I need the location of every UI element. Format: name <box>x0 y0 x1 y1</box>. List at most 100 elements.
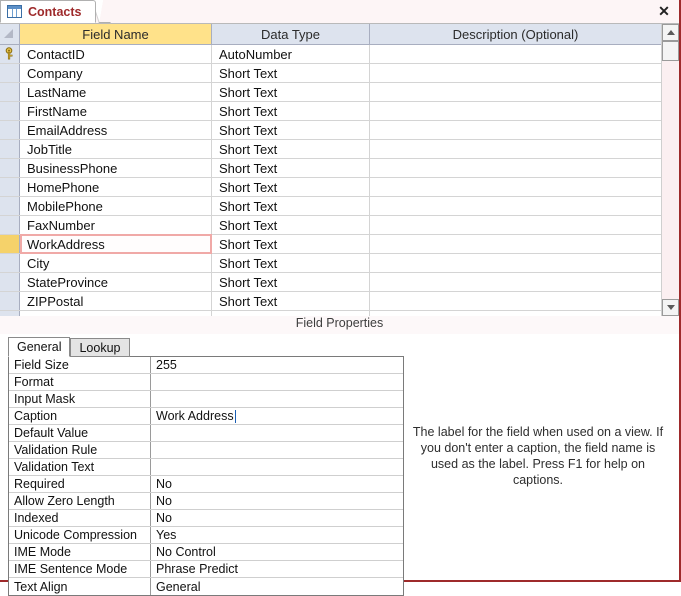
table-row[interactable]: ZIPPostal Short Text <box>0 292 661 311</box>
scrollbar-thumb[interactable] <box>662 41 679 61</box>
column-header-field-name[interactable]: Field Name <box>20 24 212 44</box>
property-row: IME Sentence Mode Phrase Predict <box>9 561 403 578</box>
table-row[interactable]: BusinessPhone Short Text <box>0 159 661 178</box>
row-selector[interactable] <box>0 254 20 272</box>
property-value-input[interactable]: General <box>151 578 403 595</box>
row-selector[interactable] <box>0 102 20 120</box>
data-type-cell[interactable]: Short Text <box>212 197 370 215</box>
row-selector[interactable] <box>0 216 20 234</box>
row-selector[interactable] <box>0 235 20 253</box>
field-name-cell[interactable]: FaxNumber <box>20 216 212 234</box>
data-type-cell[interactable]: Short Text <box>212 121 370 139</box>
property-value-input[interactable] <box>151 442 403 458</box>
row-selector[interactable] <box>0 273 20 291</box>
table-row[interactable]: ContactID AutoNumber <box>0 45 661 64</box>
description-cell[interactable] <box>370 273 661 291</box>
document-tab-contacts[interactable]: Contacts <box>0 0 97 23</box>
scroll-down-icon[interactable] <box>662 299 679 316</box>
data-type-cell[interactable]: Short Text <box>212 178 370 196</box>
field-name-cell[interactable]: StateProvince <box>20 273 212 291</box>
grid-header-selector-corner[interactable] <box>0 24 20 44</box>
description-cell[interactable] <box>370 64 661 82</box>
property-value-input[interactable]: No <box>151 510 403 526</box>
description-cell[interactable] <box>370 102 661 120</box>
data-type-cell[interactable]: Short Text <box>212 273 370 291</box>
property-value-input[interactable]: No Control <box>151 544 403 560</box>
data-type-cell[interactable]: AutoNumber <box>212 45 370 63</box>
row-selector[interactable] <box>0 292 20 310</box>
field-name-cell[interactable]: JobTitle <box>20 140 212 158</box>
table-row[interactable]: FirstName Short Text <box>0 102 661 121</box>
scrollbar-track[interactable] <box>662 61 679 299</box>
row-selector[interactable] <box>0 121 20 139</box>
data-type-cell[interactable]: Short Text <box>212 102 370 120</box>
description-cell[interactable] <box>370 292 661 310</box>
property-value-input[interactable]: No <box>151 493 403 509</box>
property-value-input[interactable] <box>151 374 403 390</box>
table-row[interactable]: LastName Short Text <box>0 83 661 102</box>
description-cell[interactable] <box>370 140 661 158</box>
property-tab-general[interactable]: General <box>8 337 71 357</box>
property-value-input[interactable] <box>151 459 403 475</box>
description-cell[interactable] <box>370 121 661 139</box>
column-header-data-type[interactable]: Data Type <box>212 24 370 44</box>
scroll-up-icon[interactable] <box>662 24 679 41</box>
grid-vertical-scrollbar[interactable] <box>661 24 679 316</box>
data-type-cell[interactable]: Short Text <box>212 292 370 310</box>
field-name-cell[interactable]: City <box>20 254 212 272</box>
property-value-input[interactable]: 255 <box>151 357 403 373</box>
table-row[interactable]: HomePhone Short Text <box>0 178 661 197</box>
field-name-cell[interactable]: MobilePhone <box>20 197 212 215</box>
data-type-cell[interactable]: Short Text <box>212 64 370 82</box>
grid-header-row: Field Name Data Type Description (Option… <box>0 24 661 45</box>
field-name-cell[interactable]: Company <box>20 64 212 82</box>
table-row[interactable]: StateProvince Short Text <box>0 273 661 292</box>
description-cell[interactable] <box>370 178 661 196</box>
field-name-cell[interactable]: FirstName <box>20 102 212 120</box>
data-type-cell[interactable]: Short Text <box>212 83 370 101</box>
property-value-input[interactable]: Work Address <box>151 408 403 424</box>
table-row[interactable]: FaxNumber Short Text <box>0 216 661 235</box>
table-row[interactable]: WorkAddress Short Text <box>0 234 661 254</box>
field-name-cell[interactable]: WorkAddress <box>20 234 212 254</box>
field-name-cell[interactable]: ZIPPostal <box>20 292 212 310</box>
property-value-input[interactable]: No <box>151 476 403 492</box>
data-type-cell[interactable]: Short Text <box>212 140 370 158</box>
description-cell[interactable] <box>370 216 661 234</box>
table-row[interactable]: Company Short Text <box>0 64 661 83</box>
row-selector[interactable] <box>0 178 20 196</box>
data-type-cell[interactable]: Short Text <box>212 159 370 177</box>
field-name-cell[interactable]: EmailAddress <box>20 121 212 139</box>
table-row[interactable]: EmailAddress Short Text <box>0 121 661 140</box>
row-selector[interactable] <box>0 159 20 177</box>
description-cell[interactable] <box>370 159 661 177</box>
row-selector[interactable] <box>0 64 20 82</box>
close-icon[interactable]: ✕ <box>655 2 673 20</box>
table-row[interactable]: City Short Text <box>0 254 661 273</box>
property-name: Validation Rule <box>9 442 151 458</box>
field-name-cell[interactable]: HomePhone <box>20 178 212 196</box>
field-name-cell[interactable]: ContactID <box>20 45 212 63</box>
property-value-input[interactable] <box>151 391 403 407</box>
description-cell[interactable] <box>370 235 661 253</box>
field-name-cell[interactable]: LastName <box>20 83 212 101</box>
field-name-cell[interactable]: BusinessPhone <box>20 159 212 177</box>
row-selector[interactable] <box>0 140 20 158</box>
data-type-cell[interactable]: Short Text <box>212 235 370 253</box>
row-selector[interactable] <box>0 45 20 63</box>
property-value-input[interactable] <box>151 425 403 441</box>
property-tab-lookup[interactable]: Lookup <box>70 338 130 357</box>
description-cell[interactable] <box>370 197 661 215</box>
description-cell[interactable] <box>370 83 661 101</box>
data-type-cell[interactable]: Short Text <box>212 216 370 234</box>
property-value-input[interactable]: Yes <box>151 527 403 543</box>
row-selector[interactable] <box>0 197 20 215</box>
property-value-input[interactable]: Phrase Predict <box>151 561 403 577</box>
data-type-cell[interactable]: Short Text <box>212 254 370 272</box>
description-cell[interactable] <box>370 254 661 272</box>
table-row[interactable]: MobilePhone Short Text <box>0 197 661 216</box>
table-row[interactable]: JobTitle Short Text <box>0 140 661 159</box>
column-header-description[interactable]: Description (Optional) <box>370 24 661 44</box>
row-selector[interactable] <box>0 83 20 101</box>
description-cell[interactable] <box>370 45 661 63</box>
